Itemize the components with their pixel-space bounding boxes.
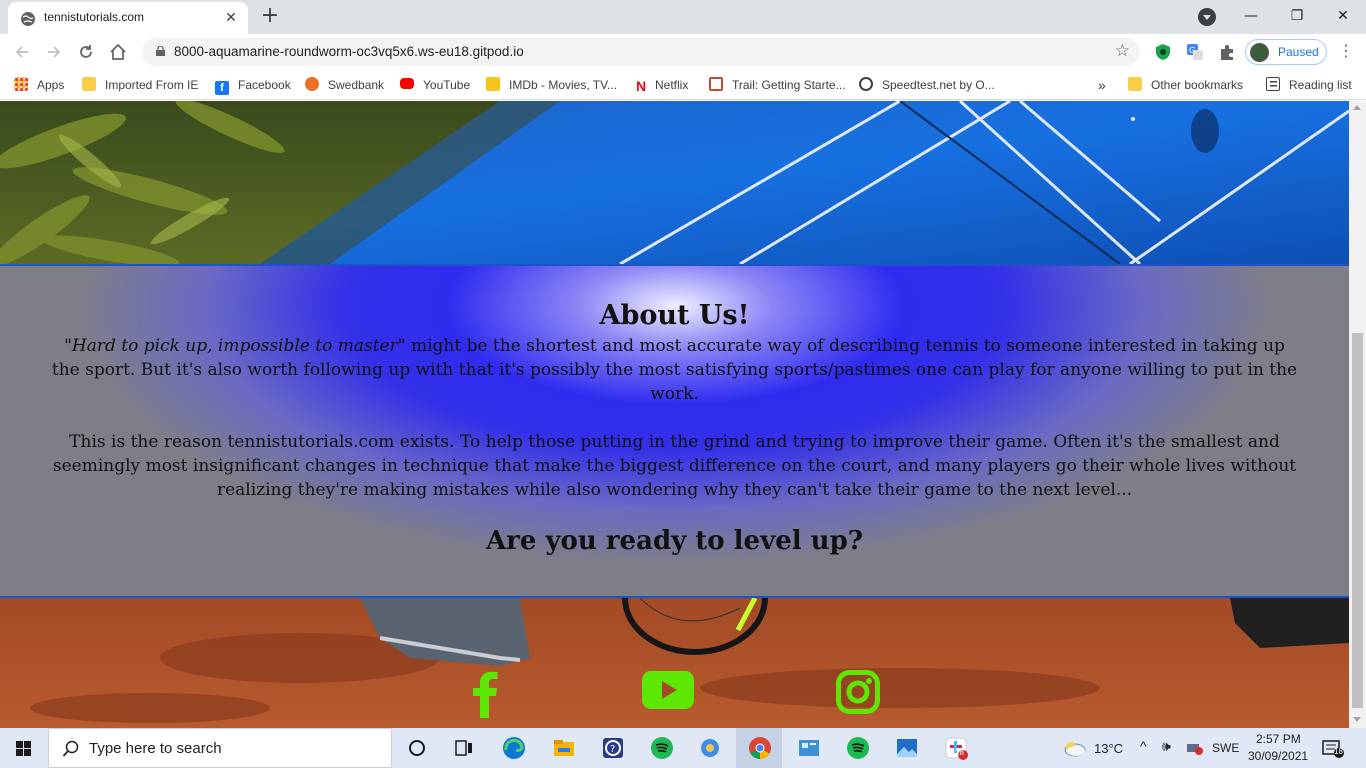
back-arrow-icon bbox=[15, 46, 28, 58]
home-icon bbox=[110, 43, 126, 60]
task-view-icon[interactable] bbox=[452, 736, 476, 760]
page-viewport: About Us! "Hard to pick up, impossible t… bbox=[0, 101, 1349, 728]
speedtest-icon bbox=[859, 77, 873, 91]
profile-button[interactable]: Paused bbox=[1245, 39, 1327, 65]
bookmark-imported-from-ie[interactable]: Imported From IE bbox=[82, 76, 198, 94]
level-up-heading: Are you ready to level up? bbox=[485, 526, 863, 556]
windows-logo-icon bbox=[16, 741, 31, 756]
network-disconnected-icon[interactable] bbox=[1186, 741, 1204, 755]
about-paragraph-1: "Hard to pick up, impossible to master" … bbox=[50, 334, 1299, 406]
scroll-down-arrow-icon[interactable] bbox=[1353, 717, 1361, 722]
scroll-up-arrow-icon[interactable] bbox=[1353, 105, 1361, 110]
bookmark-netflix[interactable]: N Netflix bbox=[636, 76, 688, 94]
search-placeholder: Type here to search bbox=[89, 740, 222, 757]
puzzle-extensions-icon[interactable] bbox=[1218, 43, 1236, 61]
notification-count: 18 bbox=[1334, 747, 1343, 756]
tab-title: tennistutorials.com bbox=[44, 10, 145, 24]
netflix-icon: N bbox=[636, 78, 647, 94]
cloud-weather-icon[interactable] bbox=[1062, 739, 1086, 757]
browser-toolbar: 8000-aquamarine-roundworm-oc3vq5x6.ws-eu… bbox=[0, 34, 1366, 70]
chrome-icon[interactable] bbox=[748, 736, 772, 760]
avatar bbox=[1250, 43, 1269, 62]
page-scrollbar[interactable] bbox=[1349, 101, 1366, 728]
bookmark-trail[interactable]: Trail: Getting Starte... bbox=[709, 76, 846, 94]
forward-button[interactable] bbox=[42, 40, 66, 64]
tab-close-button[interactable]: ✕ bbox=[222, 9, 240, 27]
home-button[interactable] bbox=[106, 40, 130, 64]
reading-list-button[interactable]: Reading list bbox=[1266, 76, 1352, 94]
back-button[interactable] bbox=[10, 40, 34, 64]
swedbank-icon bbox=[305, 77, 319, 91]
trail-icon bbox=[709, 77, 723, 91]
footer bbox=[0, 598, 1349, 728]
restore-button[interactable]: ❐ bbox=[1274, 4, 1320, 28]
taskbar-search[interactable]: Type here to search bbox=[48, 728, 392, 768]
lock-icon bbox=[156, 46, 165, 56]
folder-icon bbox=[82, 77, 96, 91]
notification-badge: 28 bbox=[955, 748, 964, 757]
bookmark-imdb[interactable]: IMDb - Movies, TV... bbox=[486, 76, 617, 94]
scrollbar-thumb[interactable] bbox=[1352, 333, 1363, 708]
volume-icon[interactable]: 🕪 bbox=[1162, 738, 1171, 755]
imdb-icon bbox=[486, 77, 500, 91]
facebook-icon[interactable] bbox=[470, 670, 500, 718]
reading-list-icon bbox=[1266, 77, 1280, 91]
spotify-icon[interactable] bbox=[650, 736, 674, 760]
tab-strip: tennistutorials.com ✕ + — ❐ ✕ bbox=[0, 0, 1366, 34]
youtube-icon[interactable] bbox=[642, 671, 694, 709]
bookmark-other[interactable]: Other bookmarks bbox=[1128, 76, 1243, 94]
browser-tab[interactable]: tennistutorials.com ✕ bbox=[8, 2, 248, 34]
folder-icon bbox=[1128, 77, 1142, 91]
control-panel-icon[interactable] bbox=[797, 736, 821, 760]
tab-search-icon[interactable] bbox=[1198, 8, 1216, 26]
bookmark-youtube[interactable]: YouTube bbox=[400, 76, 470, 94]
address-bar[interactable]: 8000-aquamarine-roundworm-oc3vq5x6.ws-eu… bbox=[142, 38, 1140, 66]
clock-time[interactable]: 2:57 PM bbox=[1256, 732, 1301, 746]
bookmark-apps[interactable]: Apps bbox=[14, 76, 64, 94]
bookmarks-overflow-button[interactable]: » bbox=[1098, 76, 1106, 94]
new-tab-button[interactable]: + bbox=[258, 5, 282, 29]
bookmark-speedtest[interactable]: Speedtest.net by O... bbox=[859, 76, 995, 94]
svg-text:?: ? bbox=[610, 744, 615, 755]
input-language[interactable]: SWE bbox=[1212, 741, 1239, 755]
file-explorer-icon[interactable] bbox=[552, 736, 576, 760]
quick-assist-icon[interactable]: ? bbox=[601, 736, 625, 760]
bookmark-star-icon[interactable]: ☆ bbox=[1115, 41, 1130, 61]
apps-grid-icon bbox=[14, 77, 28, 91]
spotify-icon[interactable] bbox=[846, 736, 870, 760]
menu-kebab-icon[interactable]: ⋮ bbox=[1338, 41, 1354, 60]
weather-temperature[interactable]: 13°C bbox=[1094, 741, 1123, 756]
about-paragraph-2: This is the reason tennistutorials.com e… bbox=[52, 432, 1297, 500]
settings-app-icon[interactable] bbox=[698, 736, 722, 760]
photos-icon[interactable] bbox=[895, 736, 919, 760]
profile-status: Paused bbox=[1278, 45, 1319, 59]
about-quote: "Hard to pick up, impossible to master" bbox=[64, 336, 406, 356]
edge-icon[interactable] bbox=[502, 736, 526, 760]
clock-date[interactable]: 30/09/2021 bbox=[1248, 749, 1308, 763]
cortana-icon[interactable] bbox=[405, 736, 429, 760]
windows-taskbar: Type here to search ? 28 13°C ^ 🕪 SWE 2:… bbox=[0, 728, 1366, 768]
reload-icon bbox=[80, 45, 92, 58]
tray-chevron-up-icon[interactable]: ^ bbox=[1140, 738, 1147, 754]
instagram-icon[interactable] bbox=[836, 670, 880, 714]
facebook-icon: f bbox=[215, 81, 229, 95]
minimize-button[interactable]: — bbox=[1228, 4, 1274, 28]
close-window-button[interactable]: ✕ bbox=[1320, 4, 1366, 28]
youtube-icon bbox=[400, 78, 414, 89]
shield-extension-icon[interactable] bbox=[1154, 43, 1172, 61]
translate-extension-icon[interactable]: G bbox=[1186, 43, 1204, 61]
bookmark-facebook[interactable]: f Facebook bbox=[215, 76, 291, 95]
about-title: About Us! bbox=[599, 300, 750, 331]
hero-court-image bbox=[0, 101, 1349, 264]
svg-text:G: G bbox=[1189, 46, 1195, 55]
about-section: About Us! "Hard to pick up, impossible t… bbox=[0, 264, 1349, 598]
globe-icon bbox=[21, 12, 35, 26]
search-icon bbox=[62, 740, 79, 757]
forward-arrow-icon bbox=[48, 46, 61, 58]
start-button[interactable] bbox=[0, 728, 48, 768]
bookmark-swedbank[interactable]: Swedbank bbox=[305, 76, 384, 94]
url-text: 8000-aquamarine-roundworm-oc3vq5x6.ws-eu… bbox=[174, 44, 524, 59]
reload-button[interactable] bbox=[74, 40, 98, 64]
bookmarks-bar: Apps Imported From IE f Facebook Swedbank… bbox=[0, 70, 1366, 100]
